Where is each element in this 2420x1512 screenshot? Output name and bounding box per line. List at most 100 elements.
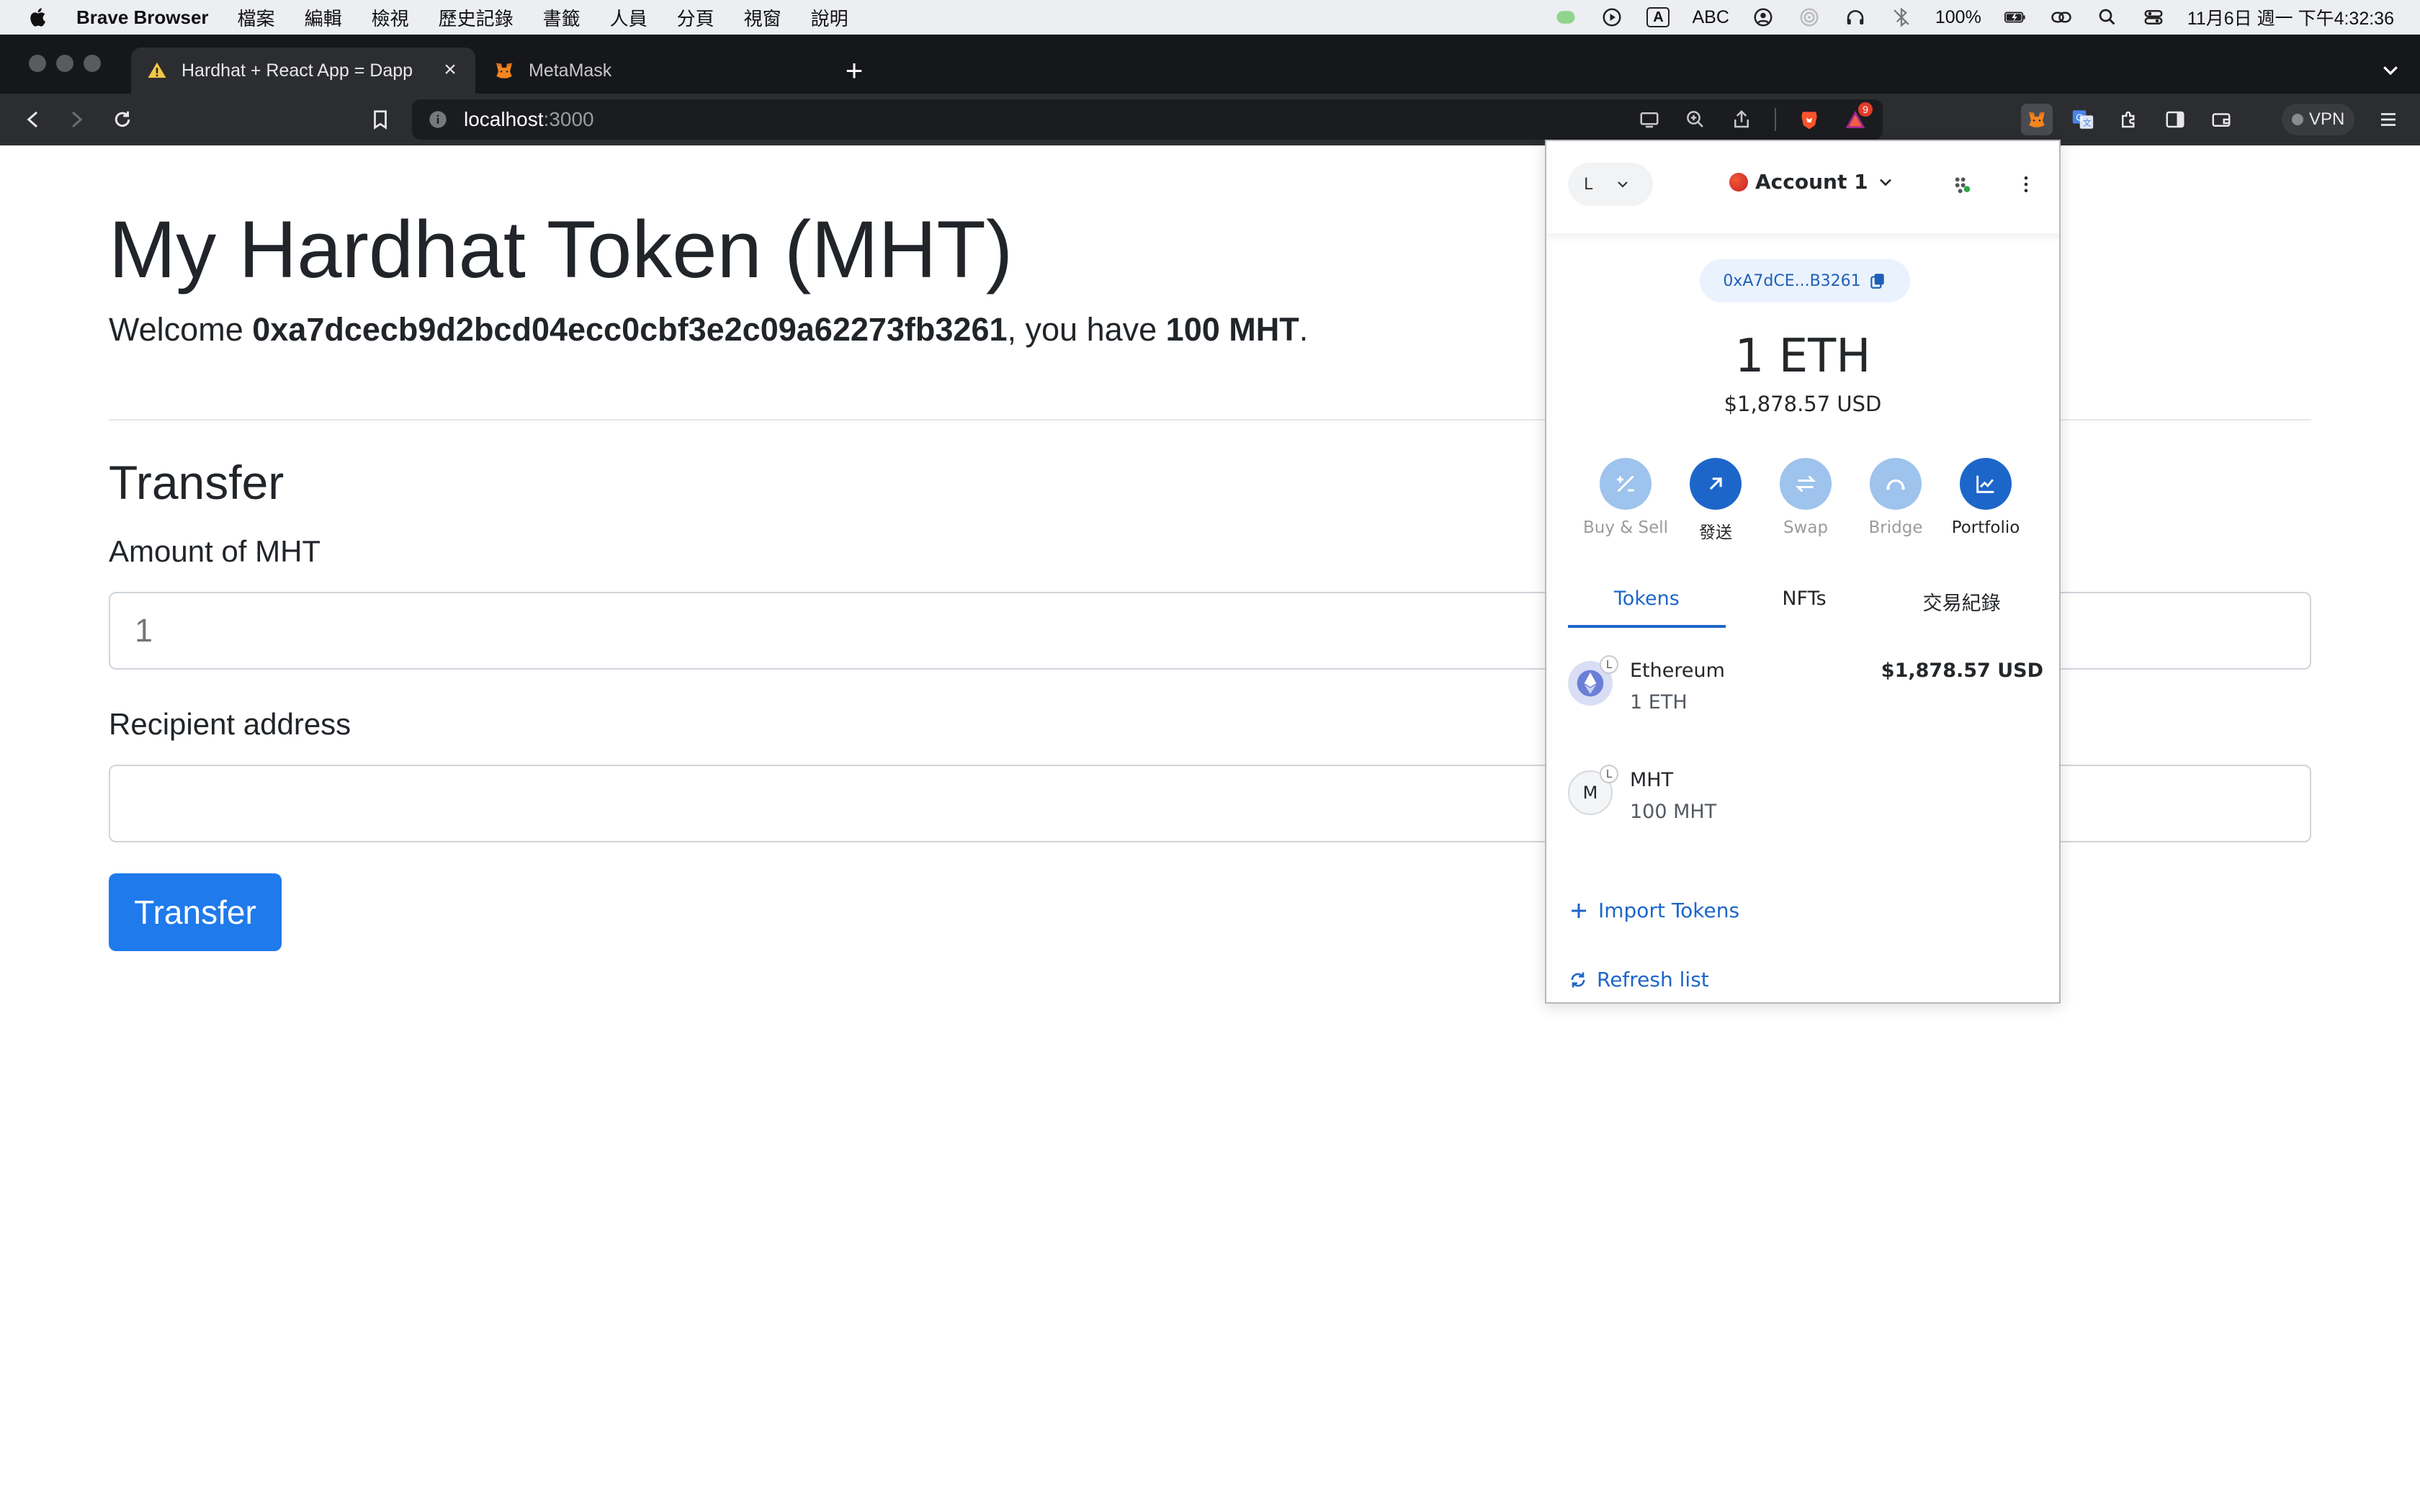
- cast-icon[interactable]: [1636, 107, 1662, 132]
- recipient-label: Recipient address: [109, 707, 351, 741]
- menu-file[interactable]: 檔案: [238, 4, 275, 31]
- copy-address-button[interactable]: 0xA7dCE...B3261: [1700, 259, 1910, 302]
- input-source-icon[interactable]: A: [1646, 5, 1670, 30]
- headphones-icon[interactable]: [1843, 5, 1868, 30]
- menu-edit[interactable]: 編輯: [305, 4, 342, 31]
- token-amount: 100 MHT: [1630, 801, 1717, 823]
- app-name-menu[interactable]: Brave Browser: [76, 6, 209, 29]
- airdrop-icon[interactable]: [1797, 5, 1821, 30]
- input-glyph: A: [1646, 7, 1670, 27]
- tab-activity[interactable]: 交易紀錄: [1883, 570, 2040, 628]
- menu-people[interactable]: 人員: [610, 4, 647, 31]
- site-info-icon[interactable]: [428, 109, 448, 130]
- kebab-menu-icon[interactable]: [2012, 170, 2040, 199]
- tab-tokens[interactable]: Tokens: [1568, 570, 1726, 628]
- battery-charging-icon[interactable]: [2003, 5, 2027, 30]
- close-window-button[interactable]: [29, 55, 46, 72]
- menu-help[interactable]: 說明: [811, 4, 848, 31]
- reload-icon[interactable]: [108, 105, 137, 134]
- network-picker[interactable]: L: [1568, 163, 1653, 206]
- network-letter: L: [1584, 175, 1593, 194]
- send-button[interactable]: 發送: [1672, 458, 1759, 543]
- input-source-label[interactable]: ABC: [1692, 7, 1729, 28]
- tab-hardhat-dapp[interactable]: Hardhat + React App = Dapp ×: [131, 48, 475, 94]
- action-label: Bridge: [1868, 518, 1923, 537]
- menu-bookmarks[interactable]: 書籤: [543, 4, 581, 31]
- swap-button[interactable]: Swap: [1762, 458, 1849, 543]
- menu-view[interactable]: 檢視: [372, 4, 409, 31]
- menubar-clock[interactable]: 11月6日 週一 下午4:32:36: [2187, 4, 2394, 30]
- browser-tab-strip: Hardhat + React App = Dapp × MetaMask +: [0, 35, 2420, 94]
- vpn-button[interactable]: VPN: [2282, 104, 2355, 135]
- menu-tab[interactable]: 分頁: [677, 4, 714, 31]
- import-tokens-link[interactable]: Import Tokens: [1568, 899, 1739, 922]
- token-amount: 1 ETH: [1630, 691, 1688, 714]
- play-circle-icon[interactable]: [1600, 5, 1624, 30]
- forward-arrow-icon[interactable]: [62, 105, 91, 134]
- tab-metamask[interactable]: MetaMask: [478, 48, 824, 94]
- minimize-window-button[interactable]: [56, 55, 73, 72]
- close-tab-icon[interactable]: ×: [438, 58, 462, 82]
- welcome-prefix: Welcome: [109, 311, 253, 348]
- buy-sell-button[interactable]: Buy & Sell: [1582, 458, 1669, 543]
- transfer-heading: Transfer: [109, 456, 284, 509]
- address-short: 0xA7dCE...B3261: [1723, 271, 1861, 290]
- battery-percent: 100%: [1935, 6, 1981, 27]
- browser-toolbar: localhost:3000 9 G文 VPN: [0, 94, 2420, 145]
- translate-extension-icon[interactable]: G文: [2067, 104, 2099, 135]
- spotlight-search-icon[interactable]: [2095, 5, 2120, 30]
- token-row-mht[interactable]: M L MHT 100 MHT: [1568, 760, 2043, 840]
- apple-menu-icon[interactable]: [26, 4, 52, 30]
- zoom-icon[interactable]: [1682, 107, 1708, 132]
- refresh-list-link[interactable]: Refresh list: [1568, 968, 1709, 991]
- refresh-list-label: Refresh list: [1597, 968, 1709, 991]
- transfer-button[interactable]: Transfer: [109, 873, 282, 951]
- macos-menubar: Brave Browser 檔案 編輯 檢視 歷史記錄 書籤 人員 分頁 視窗 …: [0, 0, 2420, 35]
- brave-shields-lion-icon[interactable]: [1796, 107, 1822, 132]
- send-arrow-icon: [1690, 458, 1742, 510]
- menu-history[interactable]: 歷史記錄: [439, 4, 514, 31]
- extensions-puzzle-icon[interactable]: [2113, 104, 2145, 135]
- line-app-icon[interactable]: [1554, 5, 1578, 30]
- wallet-icon[interactable]: [2205, 104, 2237, 135]
- portfolio-button[interactable]: Portfolio: [1942, 458, 2029, 543]
- menubar-status-area: A ABC 100% 11月6日 週一 下午4:32:36: [1554, 0, 2394, 35]
- import-tokens-label: Import Tokens: [1598, 899, 1740, 922]
- account-picker[interactable]: Account 1: [1729, 170, 1896, 194]
- network-badge: L: [1600, 765, 1618, 783]
- url-host: localhost: [464, 108, 544, 130]
- warning-favicon-icon: [144, 58, 170, 84]
- bookmark-icon[interactable]: [366, 105, 395, 134]
- token-row-ethereum[interactable]: L Ethereum 1 ETH $1,878.57 USD: [1568, 651, 2043, 730]
- copy-icon: [1870, 274, 1884, 289]
- user-account-icon[interactable]: [1751, 5, 1775, 30]
- url-port: :3000: [543, 108, 594, 130]
- new-tab-plus-icon[interactable]: +: [840, 55, 869, 86]
- control-center-icon[interactable]: [2141, 5, 2166, 30]
- tab-list-chevron-icon[interactable]: [2380, 59, 2401, 81]
- account-avatar: [1729, 172, 1748, 192]
- refresh-icon: [1571, 972, 1585, 987]
- amount-label: Amount of MHT: [109, 534, 321, 568]
- address-bar[interactable]: localhost:3000 9: [412, 99, 1883, 140]
- menu-window[interactable]: 視窗: [744, 4, 781, 31]
- action-label: Portfolio: [1951, 518, 2020, 537]
- back-arrow-icon[interactable]: [19, 105, 48, 134]
- vpn-status-dot: [2292, 114, 2303, 125]
- link-sync-icon[interactable]: [2049, 5, 2074, 30]
- welcome-middle: , you have: [1007, 311, 1166, 348]
- brave-rewards-triangle-icon[interactable]: 9: [1842, 102, 1873, 132]
- sidebar-toggle-icon[interactable]: [2159, 104, 2191, 135]
- zoom-window-button[interactable]: [84, 55, 101, 72]
- portfolio-chart-icon: [1960, 458, 2012, 510]
- metamask-extension-fox-icon[interactable]: [2021, 104, 2053, 135]
- share-icon[interactable]: [1729, 107, 1754, 132]
- bridge-button[interactable]: Bridge: [1852, 458, 1939, 543]
- bluetooth-off-icon[interactable]: [1889, 5, 1914, 30]
- connected-sites-icon[interactable]: [1947, 170, 1976, 199]
- hamburger-menu-icon[interactable]: [2374, 105, 2403, 134]
- tab-title: Hardhat + React App = Dapp: [182, 60, 413, 81]
- welcome-message: Welcome 0xa7dcecb9d2bcd04ecc0cbf3e2c09a6…: [109, 311, 1308, 348]
- tab-nfts[interactable]: NFTs: [1726, 570, 1883, 628]
- svg-text:文: 文: [2083, 118, 2091, 128]
